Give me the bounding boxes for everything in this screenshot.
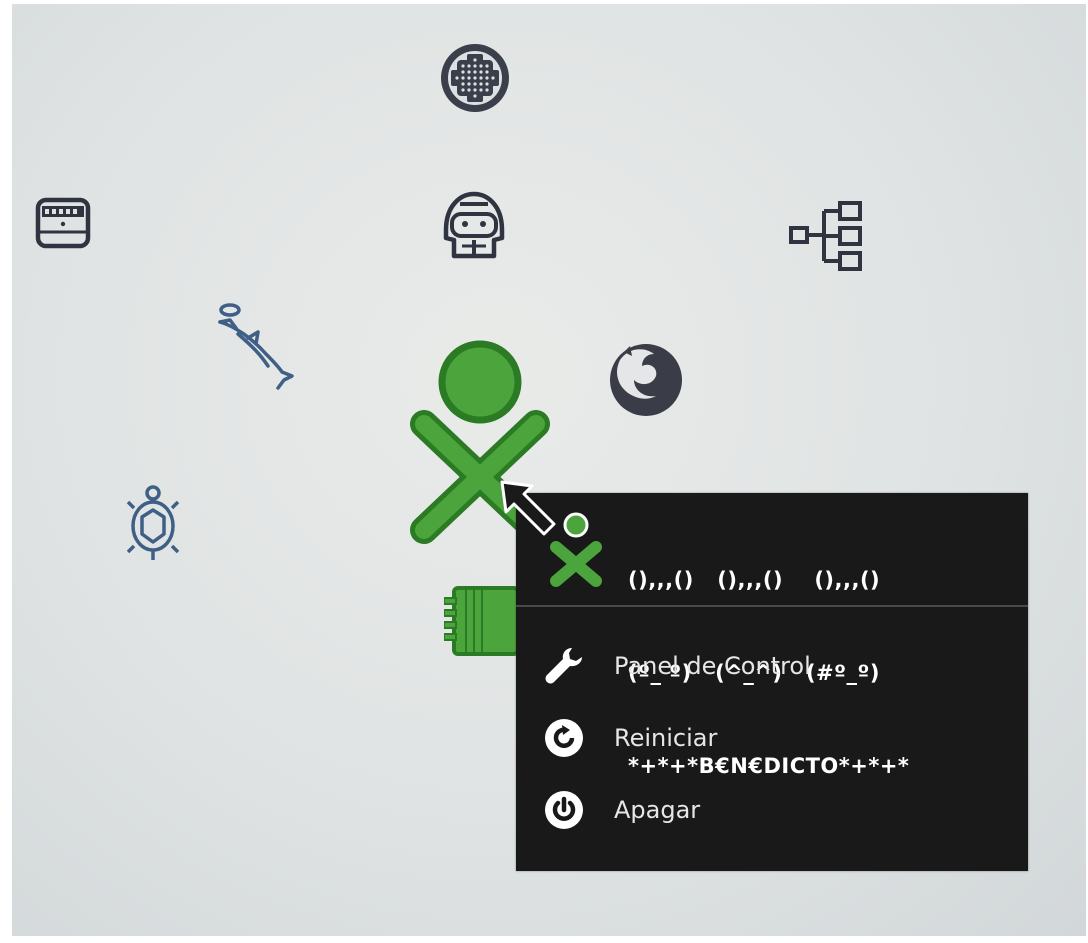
activity-tree-icon[interactable] — [788, 200, 864, 272]
menu-item-label: Panel de Control — [614, 652, 811, 680]
terminal-icon[interactable] — [444, 584, 518, 656]
home-view: (),,,() (),,,() (),,,() (º_ º) (^_^) (#º… — [12, 4, 1086, 936]
mouse-pointer-icon — [498, 478, 558, 542]
menu-item-label: Apagar — [614, 796, 701, 824]
memorize-icon[interactable] — [208, 300, 302, 390]
palette-header: (),,,() (),,,() (),,,() (º_ º) (^_^) (#º… — [516, 493, 1028, 778]
wrench-icon — [542, 644, 586, 688]
firefox-icon[interactable] — [602, 338, 688, 420]
menu-item-control-panel[interactable]: Panel de Control — [516, 635, 1028, 697]
menu-item-restart[interactable]: Reiniciar — [516, 707, 1028, 769]
turtle-art-icon[interactable] — [124, 484, 182, 564]
speak-icon[interactable] — [438, 188, 510, 262]
browse-icon[interactable] — [437, 40, 513, 116]
power-icon — [542, 788, 586, 832]
restart-icon — [542, 716, 586, 760]
nick-line-1: (),,,() (),,,() (),,,() — [628, 568, 881, 592]
buddy-palette: (),,,() (),,,() (),,,() (º_ º) (^_^) (#º… — [516, 493, 1028, 871]
journal-icon[interactable] — [34, 194, 92, 252]
menu-item-label: Reiniciar — [614, 724, 718, 752]
menu-item-shutdown[interactable]: Apagar — [516, 779, 1028, 841]
